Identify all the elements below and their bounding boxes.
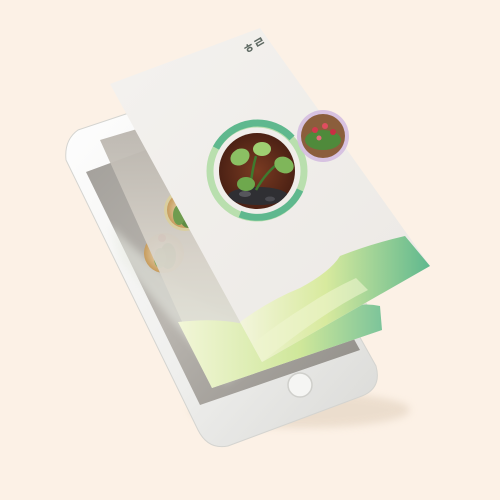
pothos-plant-card[interactable] xyxy=(206,119,308,222)
home-button[interactable] xyxy=(287,372,313,398)
phone-mockup-scene: ㅎㄹ xyxy=(65,28,430,448)
